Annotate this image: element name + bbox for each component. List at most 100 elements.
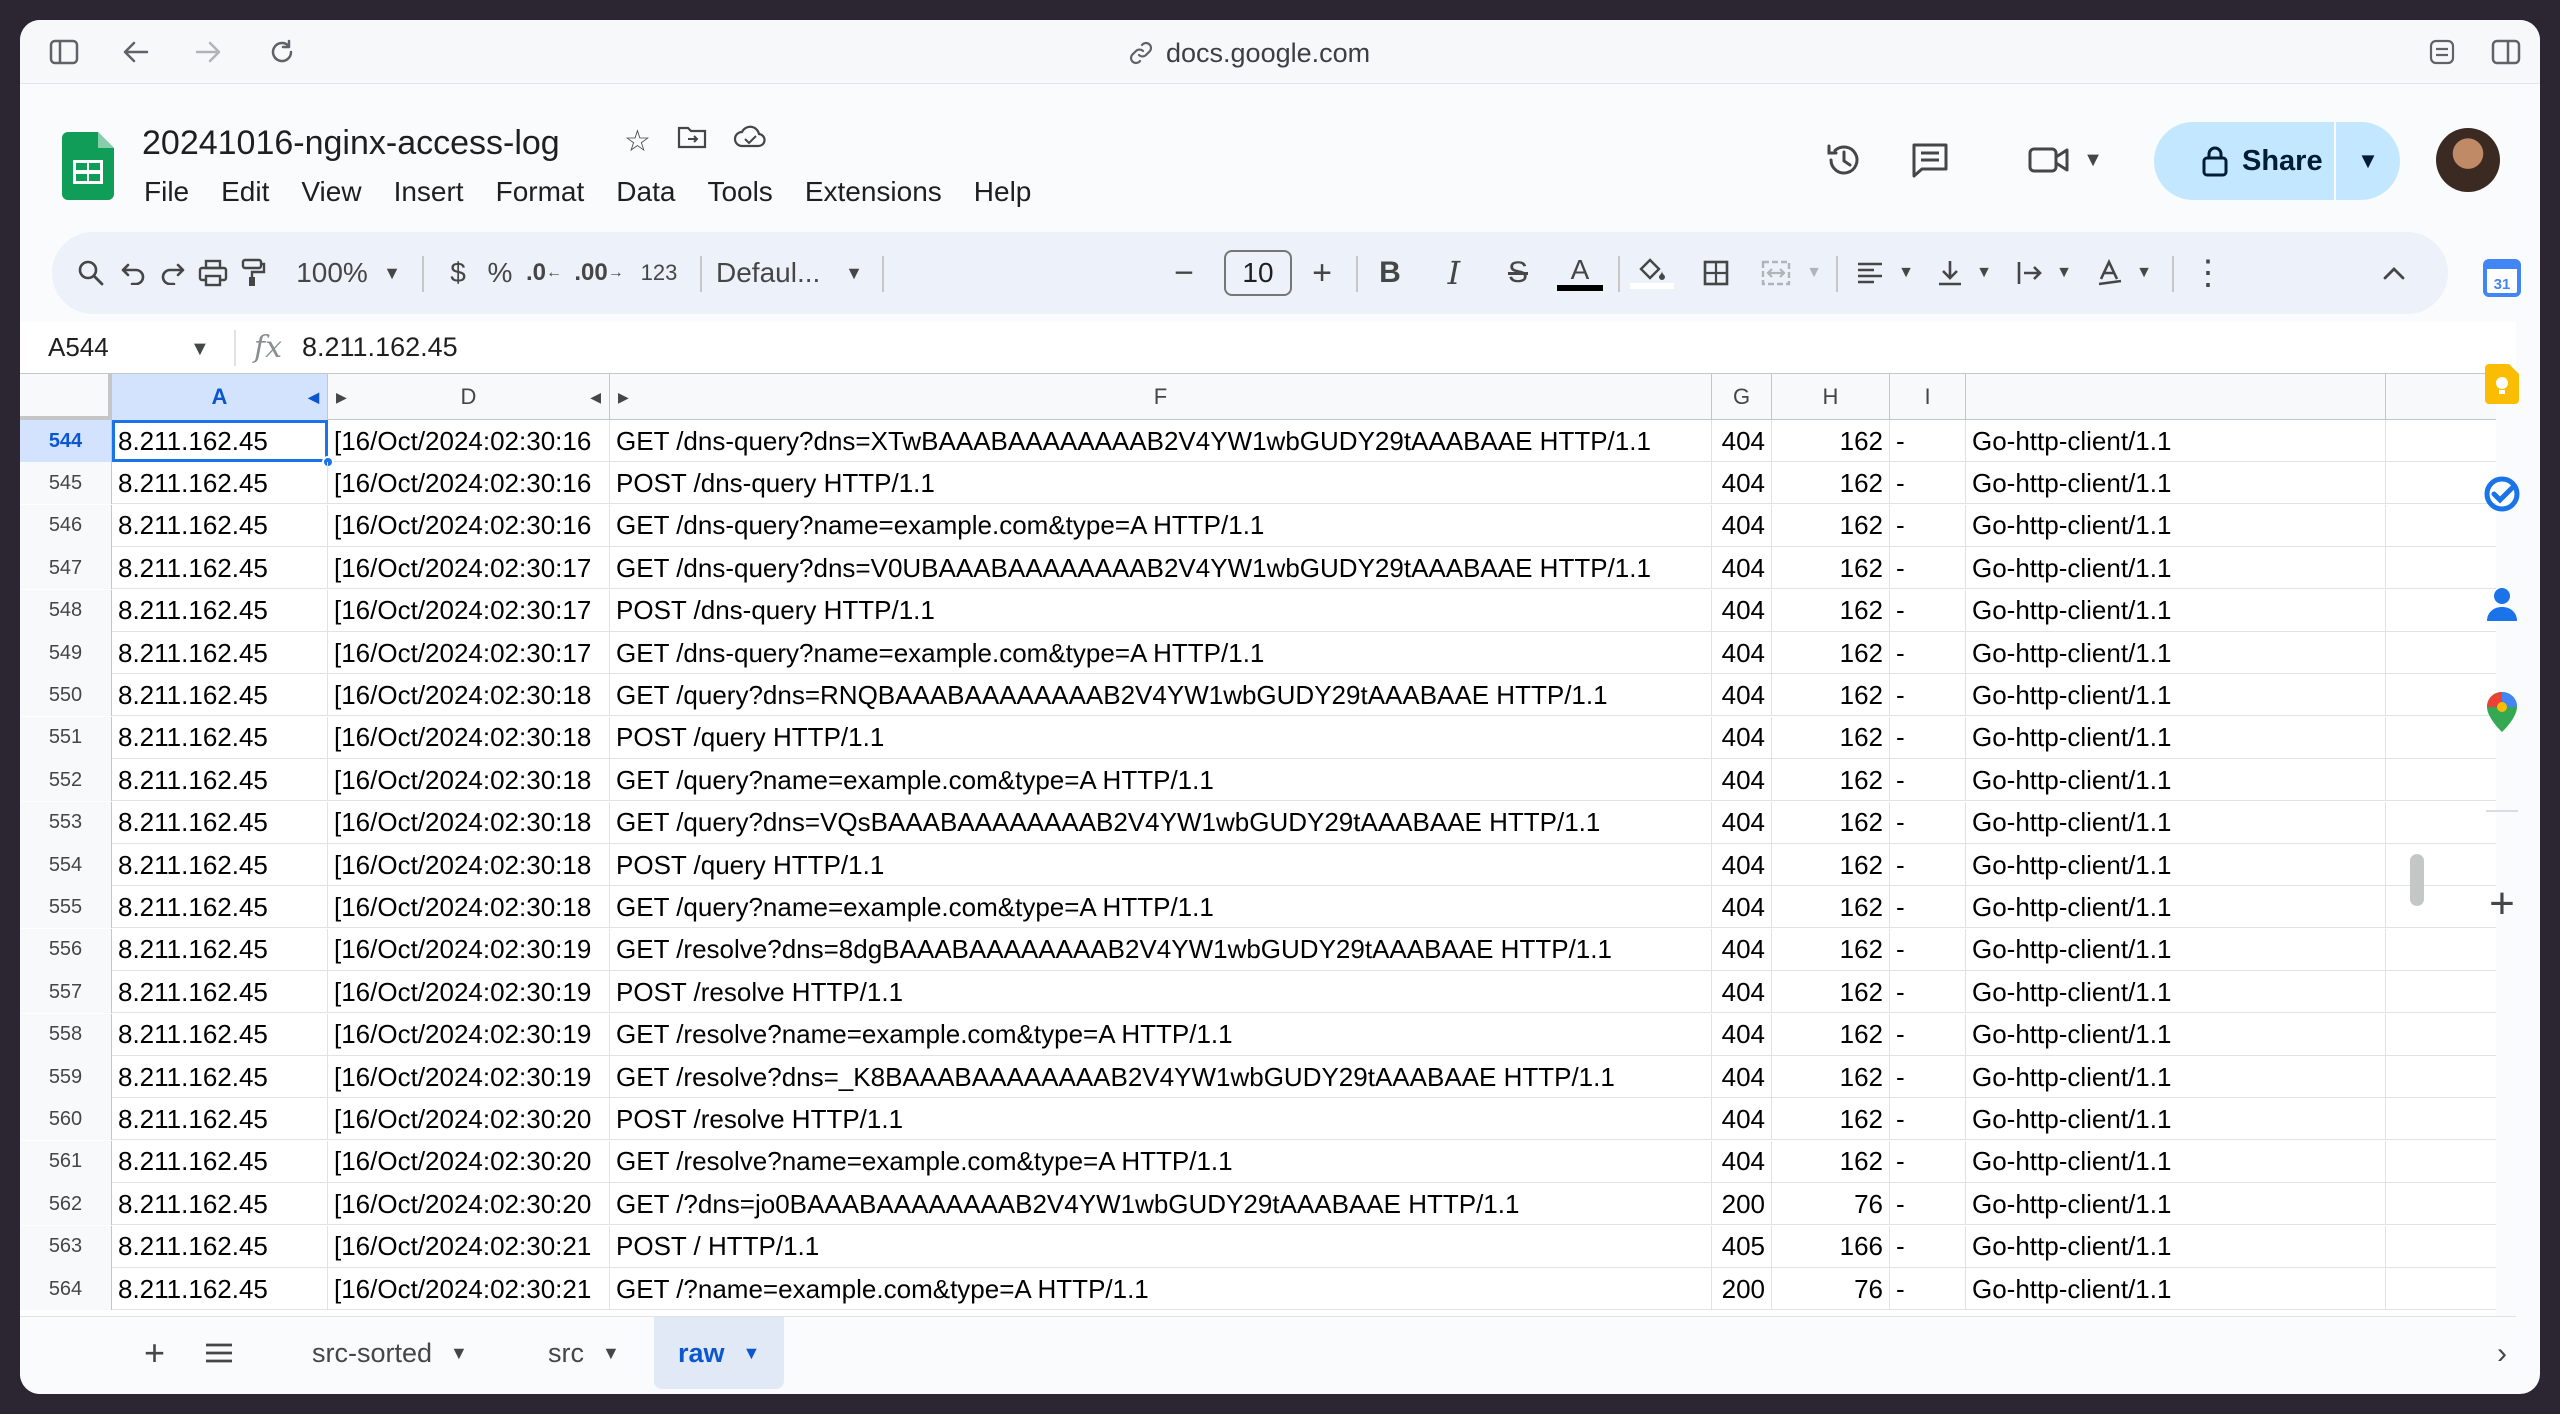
merge-cells-icon[interactable] [1752, 252, 1800, 294]
cell-d[interactable]: [16/Oct/2024:02:30:17 [328, 547, 610, 590]
collapse-menus-icon[interactable] [2372, 252, 2416, 294]
cell-d[interactable]: [16/Oct/2024:02:30:20 [328, 1098, 610, 1141]
cell-a[interactable]: 8.211.162.45 [112, 1225, 328, 1268]
cell-i[interactable]: - [1890, 1268, 1966, 1310]
cell-j[interactable]: Go-http-client/1.1 [1966, 716, 2386, 759]
cell-f[interactable]: GET /dns-query?dns=XTwBAAABAAAAAAAAB2V4Y… [610, 420, 1712, 462]
cell-a[interactable]: 8.211.162.45 [112, 928, 328, 971]
document-title[interactable]: 20241016-nginx-access-log [142, 124, 560, 163]
cell-i[interactable]: - [1890, 928, 1966, 971]
cell-d[interactable]: [16/Oct/2024:02:30:18 [328, 716, 610, 759]
cell-h[interactable]: 76 [1772, 1183, 1890, 1226]
vertical-scroll-thumb[interactable] [2410, 854, 2424, 906]
cell-d[interactable]: [16/Oct/2024:02:30:19 [328, 971, 610, 1014]
increase-font-size-icon[interactable]: + [1300, 252, 1344, 294]
sheet-tab-src[interactable]: src ▼ [548, 1317, 620, 1389]
cloud-status-icon[interactable] [733, 124, 767, 159]
cell-h[interactable]: 162 [1772, 1098, 1890, 1141]
hidden-columns-left-icon[interactable]: ◀ [590, 389, 601, 406]
text-rotation-icon[interactable] [2088, 252, 2132, 294]
cell-g[interactable]: 200 [1712, 1183, 1772, 1226]
cell-h[interactable]: 162 [1772, 1140, 1890, 1183]
cell-g[interactable]: 404 [1712, 971, 1772, 1014]
cell-g[interactable]: 404 [1712, 674, 1772, 717]
cell-j[interactable]: Go-http-client/1.1 [1966, 1140, 2386, 1183]
row-number[interactable]: 549 [20, 632, 112, 674]
cell-a[interactable]: 8.211.162.45 [112, 504, 328, 547]
cell-h[interactable]: 162 [1772, 801, 1890, 844]
cell-f[interactable]: POST /resolve HTTP/1.1 [610, 1098, 1712, 1141]
cell-g[interactable]: 404 [1712, 462, 1772, 505]
select-all-corner[interactable] [20, 374, 112, 420]
cell-d[interactable]: [16/Oct/2024:02:30:20 [328, 1140, 610, 1183]
cell-j[interactable]: Go-http-client/1.1 [1966, 674, 2386, 717]
cell-h[interactable]: 162 [1772, 844, 1890, 886]
menu-format[interactable]: Format [496, 176, 585, 208]
cell-i[interactable]: - [1890, 1098, 1966, 1141]
cell-j[interactable]: Go-http-client/1.1 [1966, 971, 2386, 1014]
hidden-columns-right-icon[interactable]: ▶ [336, 389, 347, 406]
cell-f[interactable]: GET /resolve?dns=_K8BAAABAAAAAAAAB2V4YW1… [610, 1056, 1712, 1098]
cell-i[interactable]: - [1890, 716, 1966, 759]
row-number[interactable]: 547 [20, 547, 112, 590]
row-number[interactable]: 554 [20, 844, 112, 886]
cell-d[interactable]: [16/Oct/2024:02:30:17 [328, 589, 610, 632]
cell-g[interactable]: 404 [1712, 801, 1772, 844]
cell-a[interactable]: 8.211.162.45 [112, 716, 328, 759]
cell-h[interactable]: 162 [1772, 674, 1890, 717]
cell-h[interactable]: 162 [1772, 971, 1890, 1014]
cell-h[interactable]: 162 [1772, 547, 1890, 590]
cell-h[interactable]: 162 [1772, 462, 1890, 505]
cell-d[interactable]: [16/Oct/2024:02:30:18 [328, 844, 610, 886]
cell-g[interactable]: 404 [1712, 716, 1772, 759]
cell-a[interactable]: 8.211.162.45 [112, 971, 328, 1014]
bold-button[interactable]: B [1368, 252, 1412, 294]
text-wrapping-icon[interactable] [2008, 252, 2052, 294]
cell-f[interactable]: GET /?name=example.com&type=A HTTP/1.1 [610, 1268, 1712, 1310]
cell-i[interactable]: - [1890, 462, 1966, 505]
cell-g[interactable]: 405 [1712, 1225, 1772, 1268]
fill-color-button[interactable] [1628, 252, 1676, 294]
meet-icon[interactable]: ▼ [2010, 132, 2120, 188]
keep-icon[interactable] [2478, 360, 2526, 408]
cell-a[interactable]: 8.211.162.45 [112, 759, 328, 802]
sidebar-toggle-icon[interactable] [46, 34, 82, 70]
cell-f[interactable]: GET /resolve?name=example.com&type=A HTT… [610, 1140, 1712, 1183]
cell-j[interactable]: Go-http-client/1.1 [1966, 1013, 2386, 1056]
column-header-f[interactable]: ▶ F [610, 374, 1712, 420]
row-number[interactable]: 562 [20, 1183, 112, 1226]
cell-h[interactable]: 166 [1772, 1225, 1890, 1268]
cell-i[interactable]: - [1890, 886, 1966, 929]
cell-d[interactable]: [16/Oct/2024:02:30:16 [328, 504, 610, 547]
row-number[interactable]: 559 [20, 1056, 112, 1098]
add-sheet-icon[interactable]: + [144, 1317, 165, 1389]
valign-dropdown-icon[interactable]: ▼ [1972, 252, 1996, 294]
cell-f[interactable]: GET /dns-query?name=example.com&type=A H… [610, 632, 1712, 674]
increase-decimal-button[interactable]: .00 → [572, 252, 626, 294]
row-number[interactable]: 563 [20, 1225, 112, 1268]
cell-d[interactable]: [16/Oct/2024:02:30:16 [328, 462, 610, 505]
cell-i[interactable]: - [1890, 1140, 1966, 1183]
row-number[interactable]: 546 [20, 504, 112, 547]
merge-dropdown-icon[interactable]: ▼ [1802, 252, 1826, 294]
menu-tools[interactable]: Tools [707, 176, 772, 208]
cell-i[interactable]: - [1890, 420, 1966, 462]
cell-j[interactable]: Go-http-client/1.1 [1966, 462, 2386, 505]
cell-a[interactable]: 8.211.162.45 [112, 462, 328, 505]
cell-g[interactable]: 404 [1712, 1140, 1772, 1183]
italic-button[interactable]: I [1432, 252, 1476, 294]
cell-f[interactable]: GET /dns-query?dns=V0UBAAABAAAAAAAAB2V4Y… [610, 547, 1712, 590]
menu-extensions[interactable]: Extensions [805, 176, 942, 208]
cell-h[interactable]: 162 [1772, 504, 1890, 547]
menu-help[interactable]: Help [974, 176, 1032, 208]
cell-h[interactable]: 162 [1772, 632, 1890, 674]
cell-g[interactable]: 404 [1712, 1098, 1772, 1141]
cell-h[interactable]: 162 [1772, 928, 1890, 971]
cell-a[interactable]: 8.211.162.45 [112, 1056, 328, 1098]
row-number[interactable]: 558 [20, 1013, 112, 1056]
cell-f[interactable]: GET /query?name=example.com&type=A HTTP/… [610, 886, 1712, 929]
cell-g[interactable]: 404 [1712, 632, 1772, 674]
row-number[interactable]: 545 [20, 462, 112, 505]
cell-j[interactable]: Go-http-client/1.1 [1966, 632, 2386, 674]
formula-input[interactable]: 8.211.162.45 [302, 332, 458, 363]
